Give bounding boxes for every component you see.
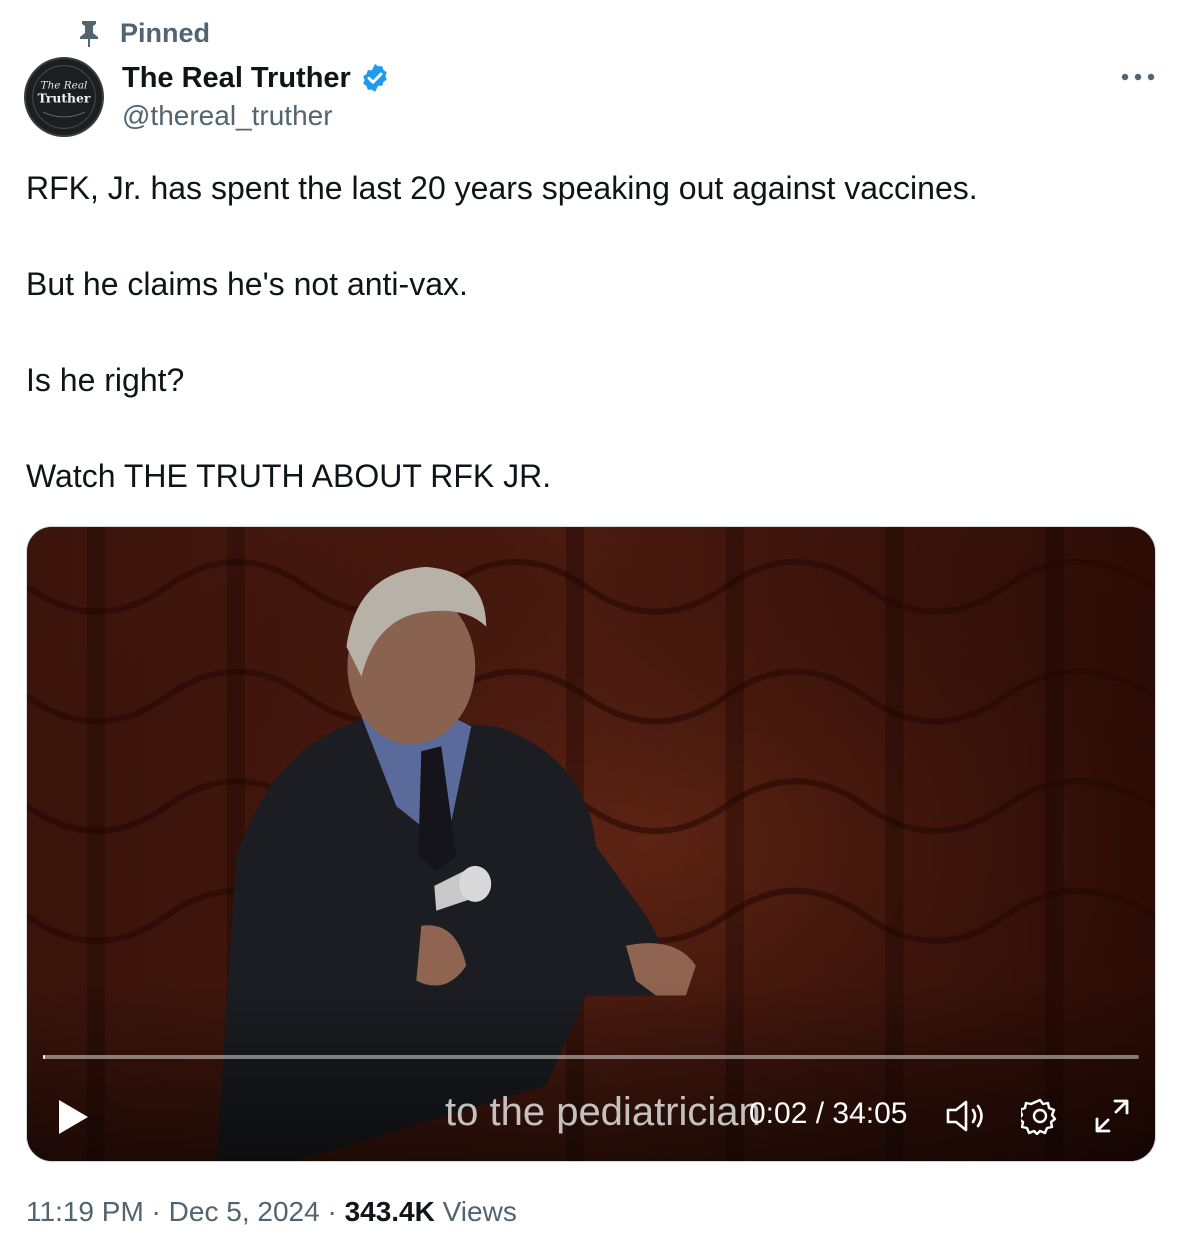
avatar-text-top: The Real [41,79,88,91]
avatar[interactable]: The Real Truther [24,57,104,137]
tweet-line: RFK, Jr. has spent the last 20 years spe… [26,170,978,206]
settings-icon [1021,1098,1057,1135]
views-count: 343.4K [344,1196,435,1227]
time-display: 0:02 / 34:05 [749,1097,908,1130]
video-player[interactable]: to the pediatrician 0:02 / 34:05 [26,526,1156,1162]
settings-button[interactable] [1021,1097,1059,1135]
fullscreen-button[interactable] [1093,1097,1131,1135]
post-date[interactable]: Dec 5, 2024 [169,1196,320,1227]
meta-separator: · [319,1196,345,1227]
author-name-row[interactable]: The Real Truther [122,58,391,98]
post-time[interactable]: 11:19 PM [26,1196,144,1227]
display-name[interactable]: The Real Truther [122,62,351,95]
tweet-line: Is he right? [26,362,185,398]
pinned-label: Pinned [120,17,211,48]
meta-separator: · [143,1196,169,1227]
avatar-text-main: Truther [38,91,91,106]
tweet-meta: 11:19 PM · Dec 5, 2024 · 343.4K Views [26,1196,517,1228]
progress-fill [43,1055,46,1059]
author-handle[interactable]: @thereal_truther [122,100,333,132]
more-options-button[interactable] [1118,62,1158,92]
verified-badge-icon[interactable] [359,62,391,94]
more-icon [1121,73,1155,81]
volume-icon [946,1100,983,1132]
volume-button[interactable] [945,1097,989,1135]
video-caption: to the pediatrician [445,1090,761,1134]
fullscreen-icon [1095,1099,1129,1133]
pinned-indicator: Pinned [76,16,210,50]
pin-icon [76,18,102,48]
tweet-line: But he claims he's not anti-vax. [26,266,468,302]
play-button[interactable] [55,1097,91,1137]
progress-bar[interactable] [43,1055,1139,1059]
views-label: Views [442,1196,517,1227]
tweet-text: RFK, Jr. has spent the last 20 years spe… [26,168,1156,552]
tweet-line: Watch THE TRUTH ABOUT RFK JR. [26,458,552,494]
play-icon [59,1100,88,1134]
